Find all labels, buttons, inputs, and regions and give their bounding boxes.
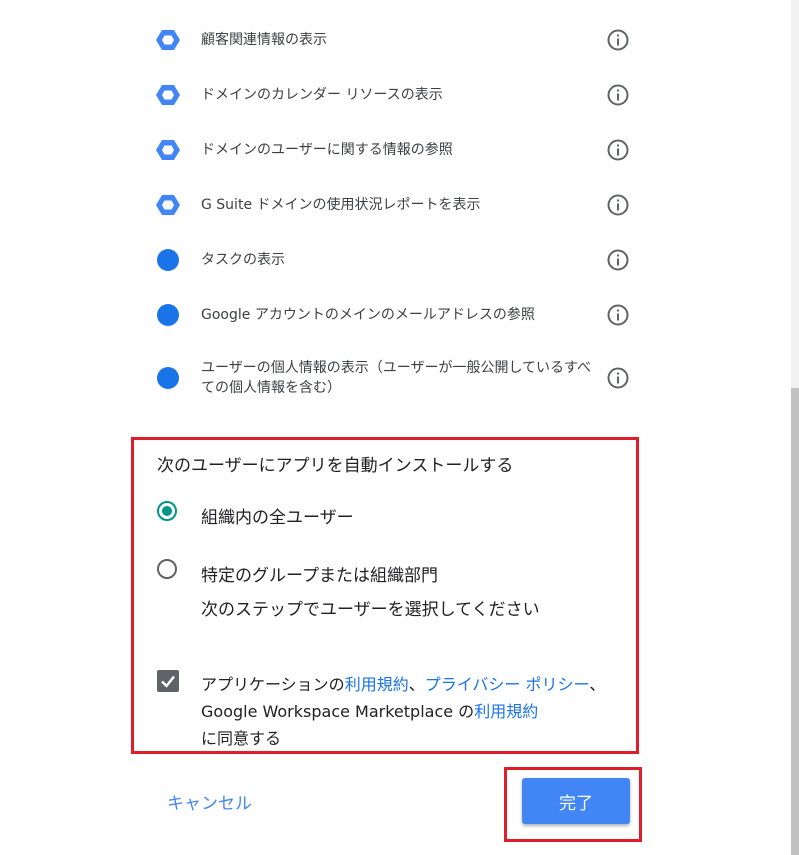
info-icon[interactable] [607, 29, 629, 51]
hexagon-icon [155, 27, 181, 53]
radio-specific-group[interactable] [157, 559, 177, 579]
info-icon[interactable] [607, 367, 629, 389]
radio-all-users-label[interactable]: 組織内の全ユーザー [201, 503, 354, 528]
info-icon[interactable] [607, 249, 629, 271]
permission-label: Google アカウントのメインのメールアドレスの参照 [201, 307, 535, 323]
hexagon-icon [155, 192, 181, 218]
permission-item: G Suite ドメインの使用状況レポートを表示 [155, 191, 635, 219]
permission-label: ユーザーの個人情報の表示（ユーザーが一般公開しているすべての個人情報を含む） [201, 360, 592, 396]
privacy-policy-link[interactable]: プライバシー ポリシー [425, 675, 590, 694]
circle-icon [155, 365, 181, 391]
hexagon-icon [155, 137, 181, 163]
cancel-button[interactable]: キャンセル [167, 789, 252, 814]
consent-prefix: アプリケーションの [201, 675, 345, 694]
radio-specific-group-hint: 次のステップでユーザーを選択してください [201, 600, 540, 620]
permission-item: ドメインのカレンダー リソースの表示 [155, 81, 635, 109]
permission-item: ドメインのユーザーに関する情報の参照 [155, 136, 635, 164]
permission-label: G Suite ドメインの使用状況レポートを表示 [201, 197, 481, 213]
info-icon[interactable] [607, 194, 629, 216]
consent-suffix: に同意する [201, 729, 282, 748]
scrollbar-thumb[interactable] [791, 388, 799, 855]
permission-label: タスクの表示 [201, 252, 285, 268]
terms-link[interactable]: 利用規約 [345, 675, 409, 694]
hexagon-icon [155, 82, 181, 108]
scrollbar[interactable] [791, 0, 799, 855]
done-button[interactable]: 完了 [522, 778, 630, 824]
marketplace-terms-link[interactable]: 利用規約 [474, 702, 538, 721]
permission-label: ドメインのユーザーに関する情報の参照 [201, 142, 453, 158]
permission-item: 顧客関連情報の表示 [155, 26, 635, 54]
circle-icon [155, 247, 181, 273]
check-icon [161, 675, 175, 688]
radio-specific-group-label[interactable]: 特定のグループまたは組織部門 [201, 561, 438, 586]
consent-sep1: 、 [408, 675, 425, 694]
consent-text: アプリケーションの利用規約、プライバシー ポリシー、Google Workspa… [201, 671, 626, 752]
install-section-title: 次のユーザーにアプリを自動インストールする [157, 456, 514, 476]
permission-item: タスクの表示 [155, 246, 635, 274]
permission-item: Google アカウントのメインのメールアドレスの参照 [155, 301, 635, 329]
circle-icon [155, 302, 181, 328]
consent-checkbox[interactable] [157, 670, 179, 692]
info-icon[interactable] [607, 139, 629, 161]
radio-all-users[interactable] [157, 501, 177, 521]
permission-label: 顧客関連情報の表示 [201, 32, 327, 48]
permission-item: ユーザーの個人情報の表示（ユーザーが一般公開しているすべての個人情報を含む） [155, 356, 635, 400]
info-icon[interactable] [607, 84, 629, 106]
permission-label: ドメインのカレンダー リソースの表示 [201, 87, 443, 103]
info-icon[interactable] [607, 304, 629, 326]
